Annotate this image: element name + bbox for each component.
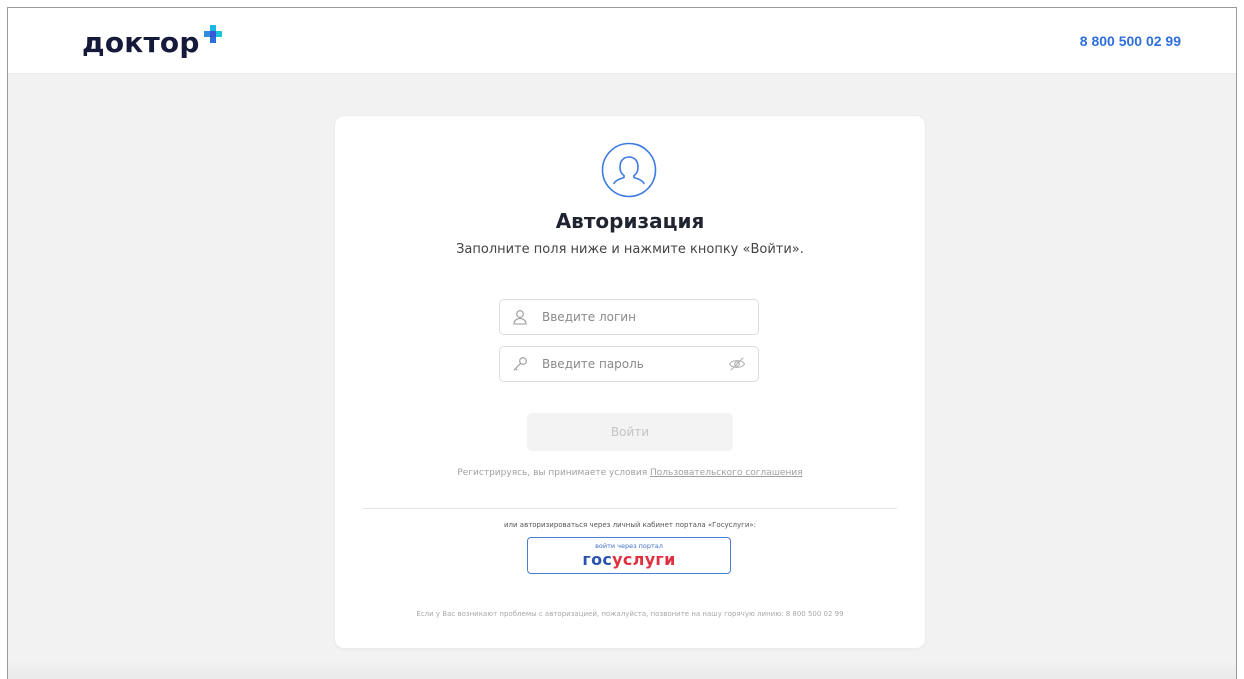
gosuslugi-brand-part1: гос xyxy=(582,550,613,569)
header-phone[interactable]: 8 800 500 02 99 xyxy=(1080,33,1181,49)
gosuslugi-brand-part2: услуги xyxy=(612,550,676,569)
auth-subtitle: Заполните поля ниже и нажмите кнопку «Во… xyxy=(456,242,804,257)
password-input[interactable] xyxy=(542,347,712,381)
login-button[interactable]: Войти xyxy=(527,413,733,451)
gosuslugi-small-label: войти через портал xyxy=(595,542,663,550)
gosuslugi-logo: госуслуги xyxy=(528,551,730,569)
logo-cross-icon xyxy=(204,25,222,43)
auth-title: Авторизация xyxy=(555,209,705,233)
help-note: Если у Вас возникают проблемы с авториза… xyxy=(416,610,844,618)
divider xyxy=(363,508,897,509)
user-icon xyxy=(513,310,527,325)
gosuslugi-login-button[interactable]: войти через портал госуслуги xyxy=(527,537,731,574)
password-field[interactable] xyxy=(499,346,759,382)
eye-off-icon[interactable] xyxy=(728,356,746,372)
key-icon xyxy=(513,357,527,371)
terms-note: Регистрируясь, вы принимаете условия Пол… xyxy=(335,468,925,478)
user-agreement-link[interactable]: Пользовательского соглашения xyxy=(650,468,803,478)
login-input[interactable] xyxy=(542,300,712,334)
login-field[interactable] xyxy=(499,299,759,335)
top-header: доктор 8 800 500 02 99 xyxy=(8,8,1236,74)
auth-card: Авторизация Заполните поля ниже и нажмит… xyxy=(334,115,926,649)
logo-text: доктор xyxy=(82,26,200,59)
app-window: доктор 8 800 500 02 99 Авторизация Запол… xyxy=(7,7,1237,679)
logo[interactable]: доктор xyxy=(82,25,222,59)
bottom-shade xyxy=(8,661,1236,679)
terms-prefix: Регистрируясь, вы принимаете условия xyxy=(457,468,650,478)
gosuslugi-hint: или авторизироваться через личный кабине… xyxy=(503,521,757,529)
user-circle-icon xyxy=(601,142,657,198)
